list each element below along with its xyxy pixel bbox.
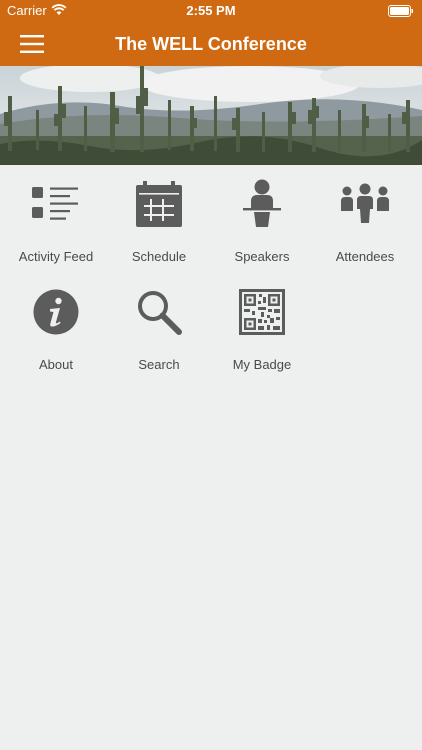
clock: 2:55 PM [186, 3, 236, 18]
menu-tile-label: Attendees [335, 249, 395, 264]
menu-tile-about[interactable]: About [4, 273, 108, 377]
navigation-bar: The WELL Conference [0, 22, 422, 66]
menu-tile-schedule[interactable]: Schedule [107, 165, 211, 269]
menu-tile-label: Schedule [131, 249, 187, 264]
people-group-icon [313, 179, 417, 229]
cactus-banner-image [0, 66, 422, 165]
calendar-icon [107, 179, 211, 229]
search-icon [107, 287, 211, 337]
menu-tile-activity-feed[interactable]: Activity Feed [4, 165, 108, 269]
battery-icon [388, 5, 413, 17]
menu-tile-search[interactable]: Search [107, 273, 211, 377]
page-title: The WELL Conference [115, 34, 307, 54]
menu-tile-my-badge[interactable]: My Badge [210, 273, 314, 377]
menu-tile-label: About [39, 357, 73, 372]
status-bar: Carrier 2:55 PM [0, 0, 422, 22]
menu-tile-label: Speakers [234, 249, 290, 264]
speaker-podium-icon [210, 179, 314, 229]
menu-tile-label: Activity Feed [18, 249, 94, 264]
menu-tile-label: Search [138, 357, 180, 372]
info-icon [4, 287, 108, 337]
menu-tile-attendees[interactable]: Attendees [313, 165, 417, 269]
menu-tile-label: My Badge [232, 357, 292, 372]
activity-feed-icon [4, 179, 108, 229]
qr-code-icon [210, 287, 314, 337]
menu-tile-speakers[interactable]: Speakers [210, 165, 314, 269]
